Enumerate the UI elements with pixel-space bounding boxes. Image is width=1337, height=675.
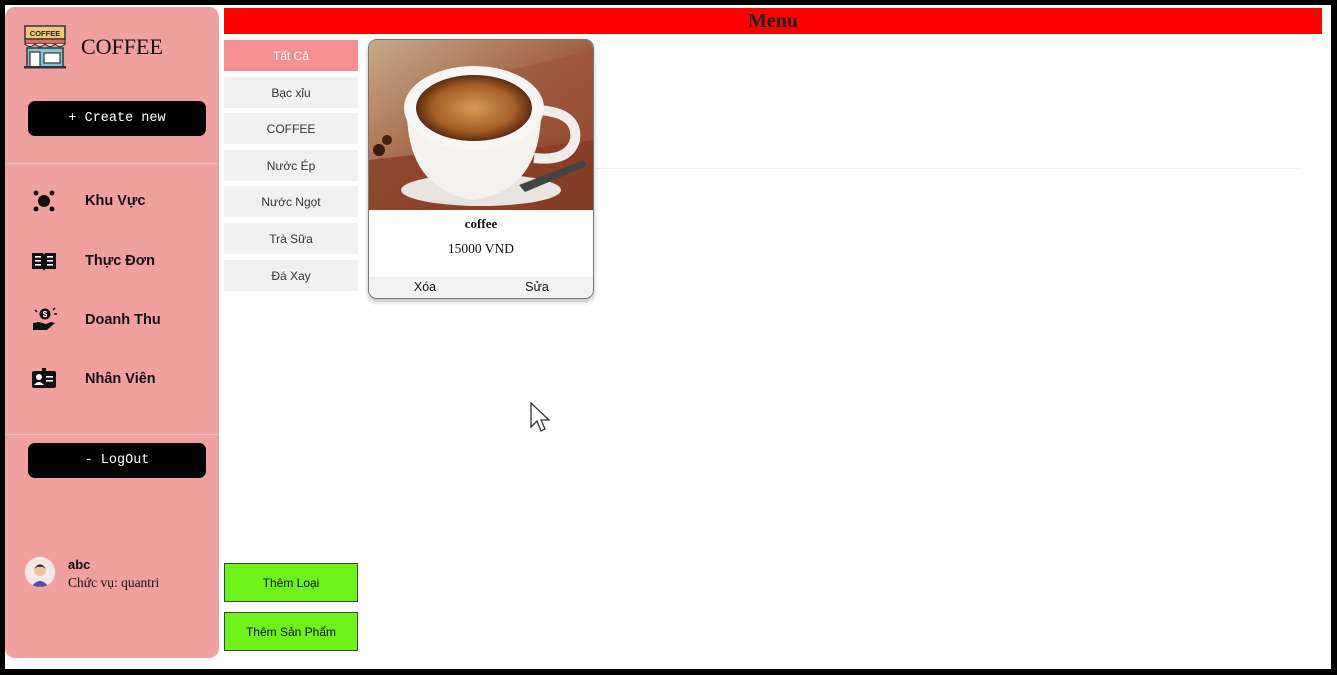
brand-title: COFFEE [81,34,163,59]
area-icon [31,188,57,214]
product-card[interactable]: coffee 15000 VND Xóa Sửa [368,39,594,299]
add-product-button[interactable]: Thêm Sản Phẩm [224,612,358,651]
divider [595,168,1302,169]
sidebar-item-thuc-don[interactable]: Thực Đơn [31,246,155,276]
delete-product-button[interactable]: Xóa [369,277,481,298]
sidebar-divider [5,434,219,435]
edit-product-button[interactable]: Sửa [481,277,593,298]
product-actions: Xóa Sửa [369,277,593,298]
sidebar-item-nhan-vien[interactable]: Nhân Viên [31,364,156,394]
category-da-xay[interactable]: Đá Xay [224,260,358,291]
create-new-button[interactable]: + Create new [28,101,206,136]
page-header: Menu [224,8,1322,34]
page-title: Menu [748,10,798,32]
user-avatar-icon [25,557,55,587]
product-name: coffee [464,216,498,231]
user-name: abc [68,557,91,572]
category-bac-xiu[interactable]: Bạc xỉu [224,77,358,108]
product-image [369,40,593,210]
sidebar-item-doanh-thu[interactable]: $ Doanh Thu [31,305,161,335]
logout-button[interactable]: - LogOut [28,443,206,478]
sidebar-item-label: Doanh Thu [85,312,161,328]
product-price: 15000 VND [447,241,515,256]
logo-text: COFFEE [30,29,60,38]
menu-book-icon [31,248,57,274]
sidebar: COFFEE COFFEE + Create new Khu Vực Thực … [5,7,219,658]
user-role: Chức vụ: quantri [68,575,160,590]
user-info: abc Chức vụ: quantri [25,557,159,591]
category-tra-sua[interactable]: Trà Sữa [224,223,358,254]
employee-icon [31,366,57,392]
revenue-icon: $ [31,307,57,333]
mouse-cursor-icon [530,402,551,432]
category-coffee[interactable]: COFFEE [224,113,358,144]
sidebar-item-khu-vuc[interactable]: Khu Vực [31,186,145,216]
brand: COFFEE COFFEE [24,25,163,69]
category-tat-ca[interactable]: Tất Cả [224,40,358,71]
sidebar-item-label: Thực Đơn [85,253,155,269]
category-nuoc-ep[interactable]: Nước Ép [224,150,358,181]
sidebar-item-label: Khu Vực [85,193,146,209]
add-category-button[interactable]: Thêm Loại [224,563,358,602]
svg-text:$: $ [43,310,48,319]
category-nuoc-ngot[interactable]: Nước Ngọt [224,186,358,217]
sidebar-divider [5,163,219,164]
sidebar-item-label: Nhân Viên [85,371,156,387]
coffee-shop-icon: COFFEE [24,25,66,69]
